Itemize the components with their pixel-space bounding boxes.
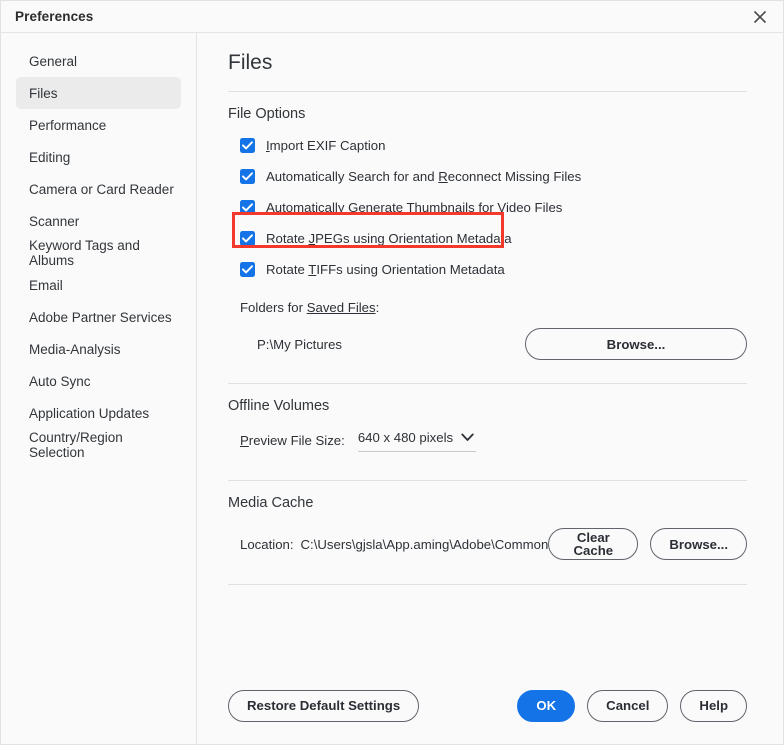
help-button[interactable]: Help xyxy=(680,690,747,722)
checkbox-row-rotate-tiffs-orientation-metadata[interactable]: Rotate TIFFs using Orientation Metadata xyxy=(228,257,747,282)
saved-folder-row: P:\My Pictures Browse... xyxy=(257,328,747,361)
checkbox-checked-icon[interactable] xyxy=(240,231,255,247)
sidebar-item-editing[interactable]: Editing xyxy=(16,141,181,173)
sidebar-item-label: Email xyxy=(29,277,63,293)
checkbox-row-auto-generate-thumbnails-video[interactable]: Automatically Generate Thumbnails for Vi… xyxy=(228,195,747,220)
divider-footer xyxy=(228,584,747,586)
page-title: Files xyxy=(228,51,273,74)
sidebar-item-performance[interactable]: Performance xyxy=(16,109,181,141)
checkbox-label: Automatically Generate Thumbnails for Vi… xyxy=(266,200,563,216)
restore-default-settings-button[interactable]: Restore Default Settings xyxy=(228,690,420,722)
section-title-file-options: File Options xyxy=(228,106,306,123)
sidebar-item-camera-or-card-reader[interactable]: Camera or Card Reader xyxy=(16,173,181,205)
window-title: Preferences xyxy=(15,9,94,24)
sidebar-item-label: Files xyxy=(29,85,58,101)
footer-button-bar: Restore Default Settings OK Cancel Help xyxy=(228,690,747,722)
preview-file-size-select[interactable]: 640 x 480 pixels xyxy=(357,430,476,453)
sidebar-item-label: General xyxy=(29,53,78,69)
sidebar-item-email[interactable]: Email xyxy=(16,269,181,301)
section-title-media-cache: Media Cache xyxy=(228,495,314,512)
title-bar: Preferences xyxy=(1,1,783,33)
sidebar-item-application-updates[interactable]: Application Updates xyxy=(16,397,181,429)
sidebar: General Files Performance Editing Camera… xyxy=(1,33,197,744)
checkbox-label: Import EXIF Caption xyxy=(266,138,386,154)
checkbox-row-auto-search-reconnect-missing-files[interactable]: Automatically Search for and Reconnect M… xyxy=(228,164,747,189)
ok-button[interactable]: OK xyxy=(517,690,576,722)
sidebar-item-country-region-selection[interactable]: Country/Region Selection xyxy=(16,429,181,461)
clear-cache-button[interactable]: Clear Cache xyxy=(548,528,639,561)
checkbox-checked-icon[interactable] xyxy=(240,169,255,185)
dialog-body: General Files Performance Editing Camera… xyxy=(1,33,783,744)
cancel-button[interactable]: Cancel xyxy=(587,690,669,722)
divider-title xyxy=(228,91,747,93)
chevron-down-icon xyxy=(461,433,474,442)
sidebar-item-label: Editing xyxy=(29,149,71,165)
browse-media-cache-button[interactable]: Browse... xyxy=(650,528,747,561)
sidebar-item-keyword-tags-and-albums[interactable]: Keyword Tags and Albums xyxy=(16,237,181,269)
preview-file-size-value: 640 x 480 pixels xyxy=(357,430,454,446)
sidebar-item-label: Country/Region Selection xyxy=(29,430,123,460)
close-button[interactable] xyxy=(737,1,783,32)
sidebar-item-label: Performance xyxy=(29,117,107,133)
checkbox-checked-icon[interactable] xyxy=(240,262,255,278)
sidebar-item-general[interactable]: General xyxy=(16,45,181,77)
divider-offline-volumes xyxy=(228,383,747,385)
browse-saved-folder-button[interactable]: Browse... xyxy=(525,328,747,361)
footer-right-buttons: OK Cancel Help xyxy=(517,690,747,722)
checkbox-row-import-exif-caption[interactable]: Import EXIF Caption xyxy=(228,133,747,158)
checkbox-checked-icon[interactable] xyxy=(240,138,255,154)
close-icon xyxy=(753,10,767,23)
checkbox-label: Rotate TIFFs using Orientation Metadata xyxy=(266,262,505,278)
checkbox-row-rotate-jpegs-orientation-metadata[interactable]: Rotate JPEGs using Orientation Metadata xyxy=(228,226,747,251)
sidebar-item-label: Keyword Tags and Albums xyxy=(29,238,140,268)
sidebar-item-scanner[interactable]: Scanner xyxy=(16,205,181,237)
media-cache-location-value: C:\Users\gjsla\App.aming\Adobe\Common xyxy=(300,536,549,552)
sidebar-item-auto-sync[interactable]: Auto Sync xyxy=(16,365,181,397)
checkbox-label: Automatically Search for and Reconnect M… xyxy=(266,169,582,185)
file-options-checkbox-group: Import EXIF Caption Automatically Search… xyxy=(228,133,747,282)
sidebar-item-label: Adobe Partner Services xyxy=(29,309,172,325)
sidebar-item-media-analysis[interactable]: Media-Analysis xyxy=(16,333,181,365)
media-cache-buttons: Clear Cache Browse... xyxy=(548,528,747,561)
media-cache-location-label: Location: xyxy=(240,536,294,552)
sidebar-item-label: Scanner xyxy=(29,213,80,229)
checkbox-label: Rotate JPEGs using Orientation Metadata xyxy=(266,231,512,247)
media-cache-location-row: Location: C:\Users\gjsla\App.aming\Adobe… xyxy=(240,528,747,561)
sidebar-item-label: Camera or Card Reader xyxy=(29,181,174,197)
folders-for-saved-files-label: Folders for Saved Files: xyxy=(240,300,380,316)
sidebar-item-label: Media-Analysis xyxy=(29,341,121,357)
sidebar-item-label: Application Updates xyxy=(29,405,150,421)
preview-file-size-label: Preview File Size: xyxy=(240,433,345,449)
saved-folder-path: P:\My Pictures xyxy=(257,336,343,352)
divider-media-cache xyxy=(228,480,747,482)
sidebar-item-label: Auto Sync xyxy=(29,373,91,389)
section-title-offline-volumes: Offline Volumes xyxy=(228,398,330,415)
main-panel: Files File Options Import EXIF Caption A… xyxy=(197,33,783,744)
sidebar-item-files[interactable]: Files xyxy=(16,77,181,109)
sidebar-item-adobe-partner-services[interactable]: Adobe Partner Services xyxy=(16,301,181,333)
preferences-dialog: Preferences General Files Performance Ed… xyxy=(0,0,784,745)
checkbox-checked-icon[interactable] xyxy=(240,200,255,216)
preview-file-size-row: Preview File Size: 640 x 480 pixels xyxy=(240,430,747,453)
